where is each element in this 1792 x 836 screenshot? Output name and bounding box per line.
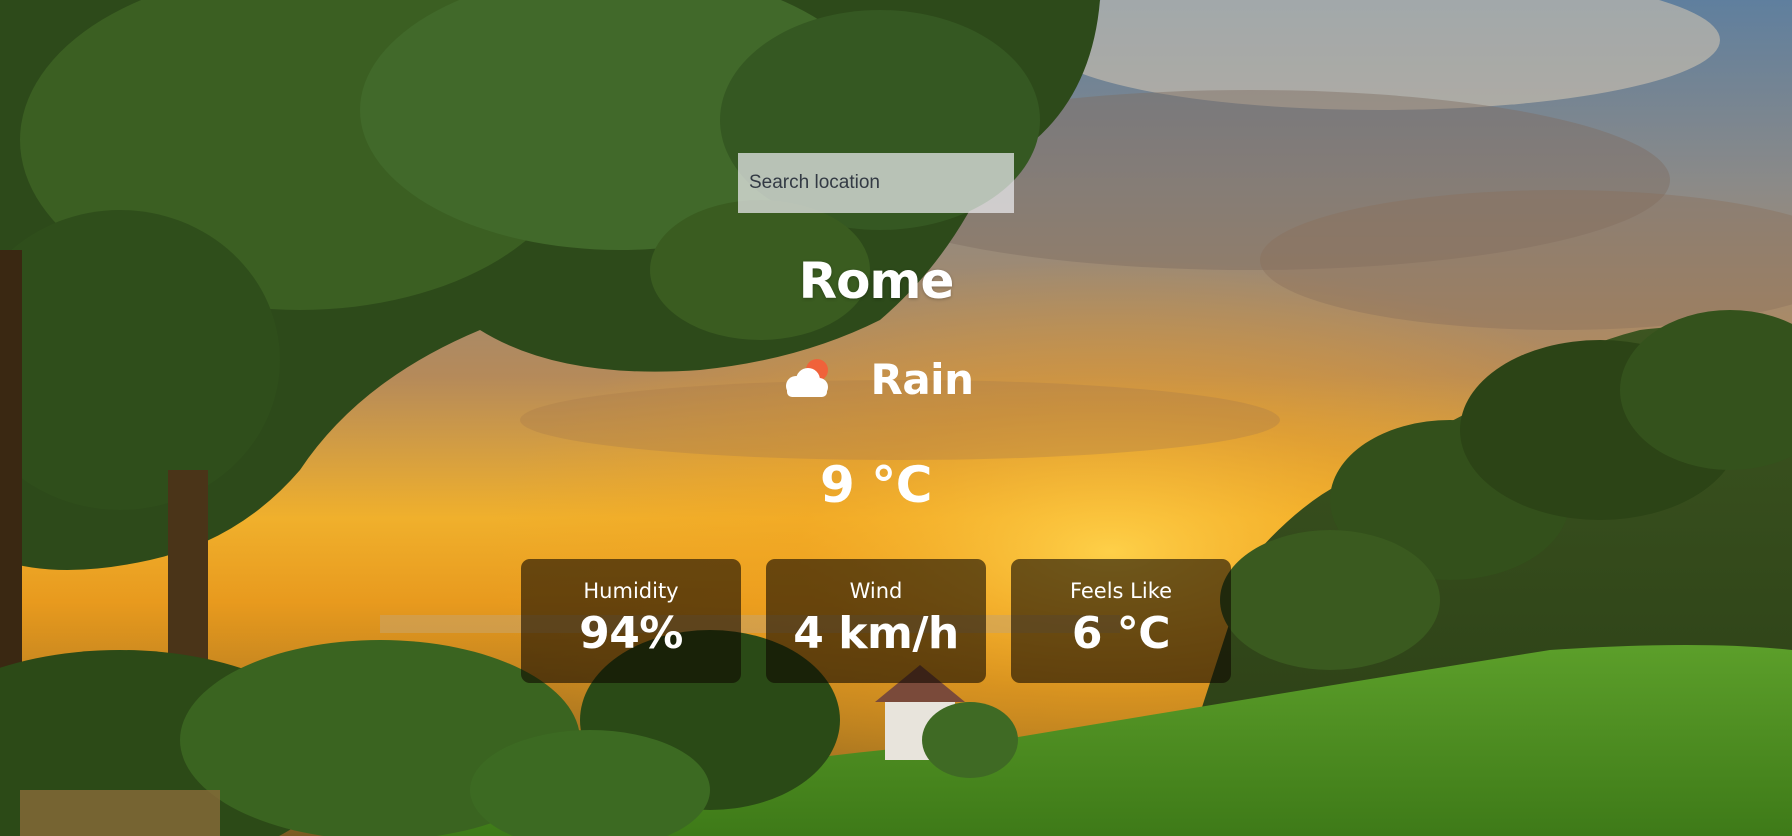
search-input[interactable]	[738, 153, 1014, 213]
feels-like-label: Feels Like	[1069, 579, 1173, 603]
wind-label: Wind	[849, 579, 903, 603]
feels-like-card: Feels Like 6 °C	[1011, 559, 1231, 683]
humidity-label: Humidity	[583, 579, 679, 603]
humidity-card: Humidity 94%	[521, 559, 741, 683]
weather-condition: Rain	[0, 355, 1752, 404]
feels-like-value: 6 °C	[1071, 608, 1171, 659]
cloud-sun-icon	[785, 358, 828, 397]
weather-app: Rome Rain 9 °C Humidity 94% Wind 4 km/h …	[0, 0, 1792, 836]
wind-card: Wind 4 km/h	[766, 559, 986, 683]
humidity-value: 94%	[579, 608, 683, 659]
condition-label: Rain	[870, 355, 974, 404]
wind-value: 4 km/h	[793, 608, 959, 659]
city-name: Rome	[798, 252, 955, 310]
weather-stats: Humidity 94% Wind 4 km/h Feels Like 6 °C	[521, 559, 1231, 683]
temperature-value: 9 °C	[820, 456, 932, 514]
